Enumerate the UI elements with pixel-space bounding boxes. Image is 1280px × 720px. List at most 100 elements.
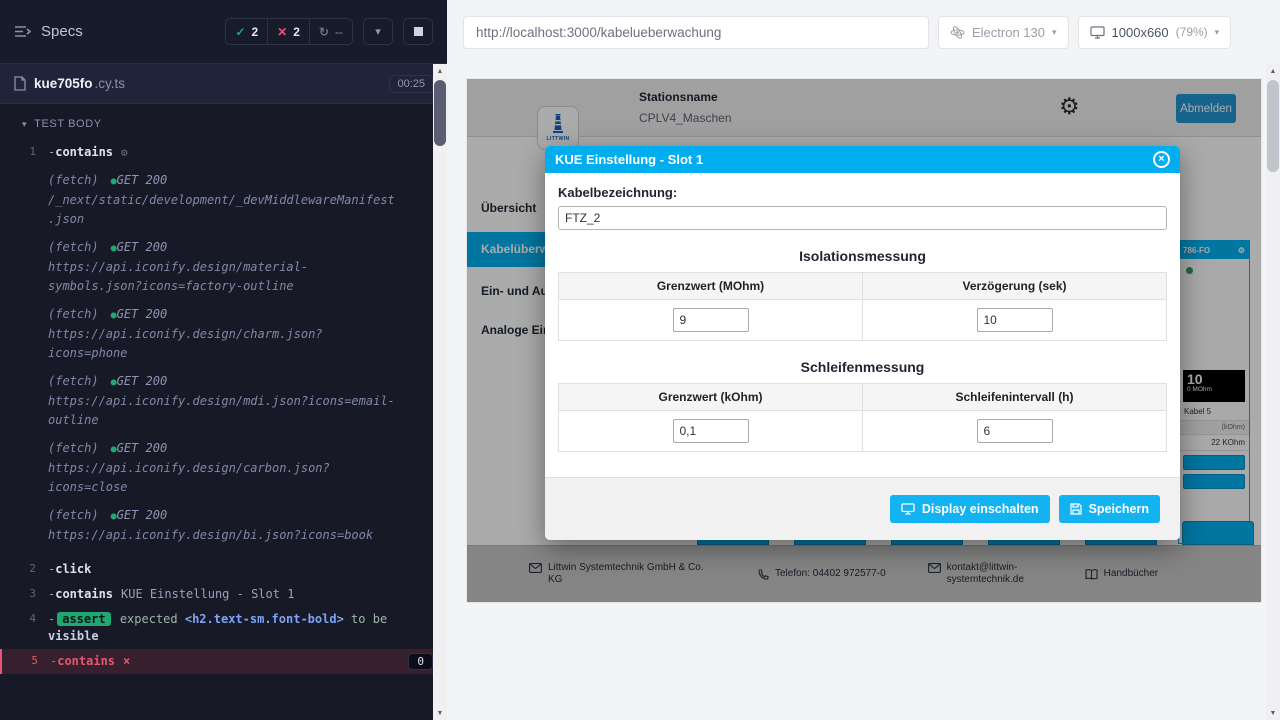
fetch-url: https://api.iconify.design/mdi.json?icon… bbox=[48, 394, 395, 427]
isolation-delay-input[interactable] bbox=[977, 308, 1053, 332]
assert-badge: assert bbox=[57, 612, 110, 626]
command-number: 1 bbox=[0, 144, 48, 158]
url-input[interactable] bbox=[463, 16, 929, 49]
stop-icon bbox=[414, 27, 423, 36]
fetch-label: (fetch) bbox=[48, 240, 99, 254]
display-on-button[interactable]: Display einschalten bbox=[890, 495, 1050, 523]
stat-passed: ✓2 bbox=[226, 19, 268, 44]
cable-name-input[interactable] bbox=[558, 206, 1167, 230]
reporter-scrollbar[interactable]: ▲ ▼ bbox=[433, 64, 447, 720]
failed-count: 2 bbox=[293, 25, 300, 39]
command-row-contains-failed[interactable]: 5 -contains× 0 bbox=[0, 649, 447, 674]
command-number: 2 bbox=[0, 561, 48, 575]
cypress-reporter: Specs ✓2 ✕2 ↻-- ▾ kue705fo .cy.ts 00:25 … bbox=[0, 0, 447, 720]
match-count-badge: 0 bbox=[408, 653, 433, 670]
isolation-limit-input[interactable] bbox=[673, 308, 749, 332]
command-log: 1 -contains⚙ (fetch)●GET 200 /_next/stat… bbox=[0, 140, 447, 674]
kue-settings-modal: KUE Einstellung - Slot 1 × Kabelbezeichn… bbox=[545, 146, 1180, 540]
fetch-label: (fetch) bbox=[48, 508, 99, 522]
command-method: click bbox=[55, 562, 91, 576]
aut-panel: Electron 130 ▾ 1000x660 (79%) ▾ Stations… bbox=[447, 0, 1280, 720]
loop-limit-input[interactable] bbox=[673, 419, 749, 443]
column-header: Grenzwert (MOhm) bbox=[559, 273, 863, 300]
scroll-down-icon[interactable]: ▼ bbox=[433, 706, 447, 720]
scroll-up-icon[interactable]: ▲ bbox=[1266, 64, 1280, 78]
network-log[interactable]: (fetch)●GET 200 https://api.iconify.desi… bbox=[48, 372, 400, 430]
loop-section-title: Schleifenmessung bbox=[558, 359, 1167, 375]
fetch-label: (fetch) bbox=[48, 307, 99, 321]
modal-body: Kabelbezeichnung: Isolationsmessung Gren… bbox=[545, 173, 1180, 477]
command-method: contains bbox=[55, 587, 113, 601]
browser-selector[interactable]: Electron 130 ▾ bbox=[938, 16, 1069, 49]
scroll-up-icon[interactable]: ▲ bbox=[433, 64, 447, 78]
close-icon[interactable]: × bbox=[1153, 151, 1170, 168]
fetch-status: GET 200 bbox=[117, 374, 168, 388]
passed-count: 2 bbox=[252, 25, 259, 39]
command-number: 3 bbox=[0, 586, 48, 600]
fetch-url: https://api.iconify.design/material-symb… bbox=[48, 260, 308, 293]
chevron-down-icon: ▾ bbox=[22, 119, 27, 130]
gear-icon: ⚙ bbox=[121, 146, 128, 159]
stat-failed: ✕2 bbox=[268, 19, 310, 44]
network-log[interactable]: (fetch)●GET 200 https://api.iconify.desi… bbox=[48, 238, 400, 296]
network-log[interactable]: (fetch)●GET 200 https://api.iconify.desi… bbox=[48, 439, 400, 497]
fetch-label: (fetch) bbox=[48, 441, 99, 455]
command-method: contains bbox=[55, 145, 113, 159]
fetch-status: GET 200 bbox=[117, 508, 168, 522]
command-row-click[interactable]: 2 -click bbox=[0, 557, 447, 582]
command-row-contains-1[interactable]: 1 -contains⚙ bbox=[0, 140, 447, 165]
command-message: KUE Einstellung - Slot 1 bbox=[121, 587, 294, 601]
modal-header: KUE Einstellung - Slot 1 × bbox=[545, 146, 1180, 173]
spec-duration: 00:25 bbox=[389, 75, 433, 93]
loop-interval-input[interactable] bbox=[977, 419, 1053, 443]
modal-footer: Display einschalten Speichern bbox=[545, 477, 1180, 540]
save-button[interactable]: Speichern bbox=[1059, 495, 1160, 523]
main-scrollbar[interactable]: ▲ ▼ bbox=[1266, 64, 1280, 720]
monitor-icon bbox=[1090, 26, 1105, 39]
app-under-test: Stationsname CPLV4_Maschen ⚙ Abmelden LI… bbox=[467, 79, 1261, 602]
spec-file-row[interactable]: kue705fo .cy.ts 00:25 bbox=[0, 64, 447, 104]
stop-button[interactable] bbox=[403, 18, 433, 45]
network-log[interactable]: (fetch)●GET 200 https://api.iconify.desi… bbox=[48, 506, 400, 545]
collapse-button[interactable]: ▾ bbox=[363, 18, 393, 45]
spec-extension: .cy.ts bbox=[95, 76, 126, 91]
command-row-contains-2[interactable]: 3 -containsKUE Einstellung - Slot 1 bbox=[0, 582, 447, 607]
chevron-down-icon: ▾ bbox=[1052, 27, 1057, 38]
chain-dash: - bbox=[48, 612, 55, 626]
browser-name: Electron 130 bbox=[972, 25, 1045, 40]
viewport-zoom: (79%) bbox=[1176, 25, 1208, 39]
assert-subject: <h2.text-sm.font-bold> bbox=[185, 612, 344, 626]
passed-icon: ✓ bbox=[235, 25, 245, 39]
cable-name-label: Kabelbezeichnung: bbox=[558, 185, 1167, 200]
specs-menu-icon[interactable] bbox=[14, 25, 31, 38]
fetch-status: GET 200 bbox=[117, 307, 168, 321]
screen: Specs ✓2 ✕2 ↻-- ▾ kue705fo .cy.ts 00:25 … bbox=[0, 0, 1280, 720]
chevron-down-icon: ▾ bbox=[375, 25, 381, 38]
column-header: Grenzwert (kOhm) bbox=[559, 384, 863, 411]
fetch-url: https://api.iconify.design/carbon.json?i… bbox=[48, 461, 330, 494]
command-row-assert[interactable]: 4 -assert expected <h2.text-sm.font-bold… bbox=[0, 607, 447, 649]
specs-label[interactable]: Specs bbox=[41, 23, 83, 40]
scrollbar-thumb[interactable] bbox=[434, 80, 446, 146]
viewport-size: 1000x660 bbox=[1112, 25, 1169, 40]
assert-tail: to be bbox=[351, 612, 387, 626]
modal-title: KUE Einstellung - Slot 1 bbox=[555, 152, 703, 167]
network-log[interactable]: (fetch)●GET 200 https://api.iconify.desi… bbox=[48, 305, 400, 363]
isolation-section-title: Isolationsmessung bbox=[558, 248, 1167, 264]
test-stats[interactable]: ✓2 ✕2 ↻-- bbox=[225, 18, 353, 45]
spec-file-icon bbox=[14, 76, 26, 91]
scrollbar-thumb[interactable] bbox=[1267, 80, 1279, 172]
fetch-url: /_next/static/development/_devMiddleware… bbox=[48, 193, 395, 226]
fetch-status: GET 200 bbox=[117, 441, 168, 455]
network-log[interactable]: (fetch)●GET 200 /_next/static/developmen… bbox=[48, 171, 400, 229]
command-method: contains bbox=[57, 654, 115, 668]
command-number: 4 bbox=[0, 611, 48, 625]
reporter-header: Specs ✓2 ✕2 ↻-- ▾ bbox=[0, 0, 447, 64]
scroll-down-icon[interactable]: ▼ bbox=[1266, 706, 1280, 720]
test-body-label: TEST BODY bbox=[34, 118, 102, 130]
viewport-selector[interactable]: 1000x660 (79%) ▾ bbox=[1078, 16, 1232, 49]
fetch-url: https://api.iconify.design/bi.json?icons… bbox=[48, 528, 373, 542]
stat-pending: ↻-- bbox=[310, 19, 352, 44]
test-body-toggle[interactable]: ▾ TEST BODY bbox=[0, 104, 447, 140]
column-header: Schleifenintervall (h) bbox=[863, 384, 1166, 411]
